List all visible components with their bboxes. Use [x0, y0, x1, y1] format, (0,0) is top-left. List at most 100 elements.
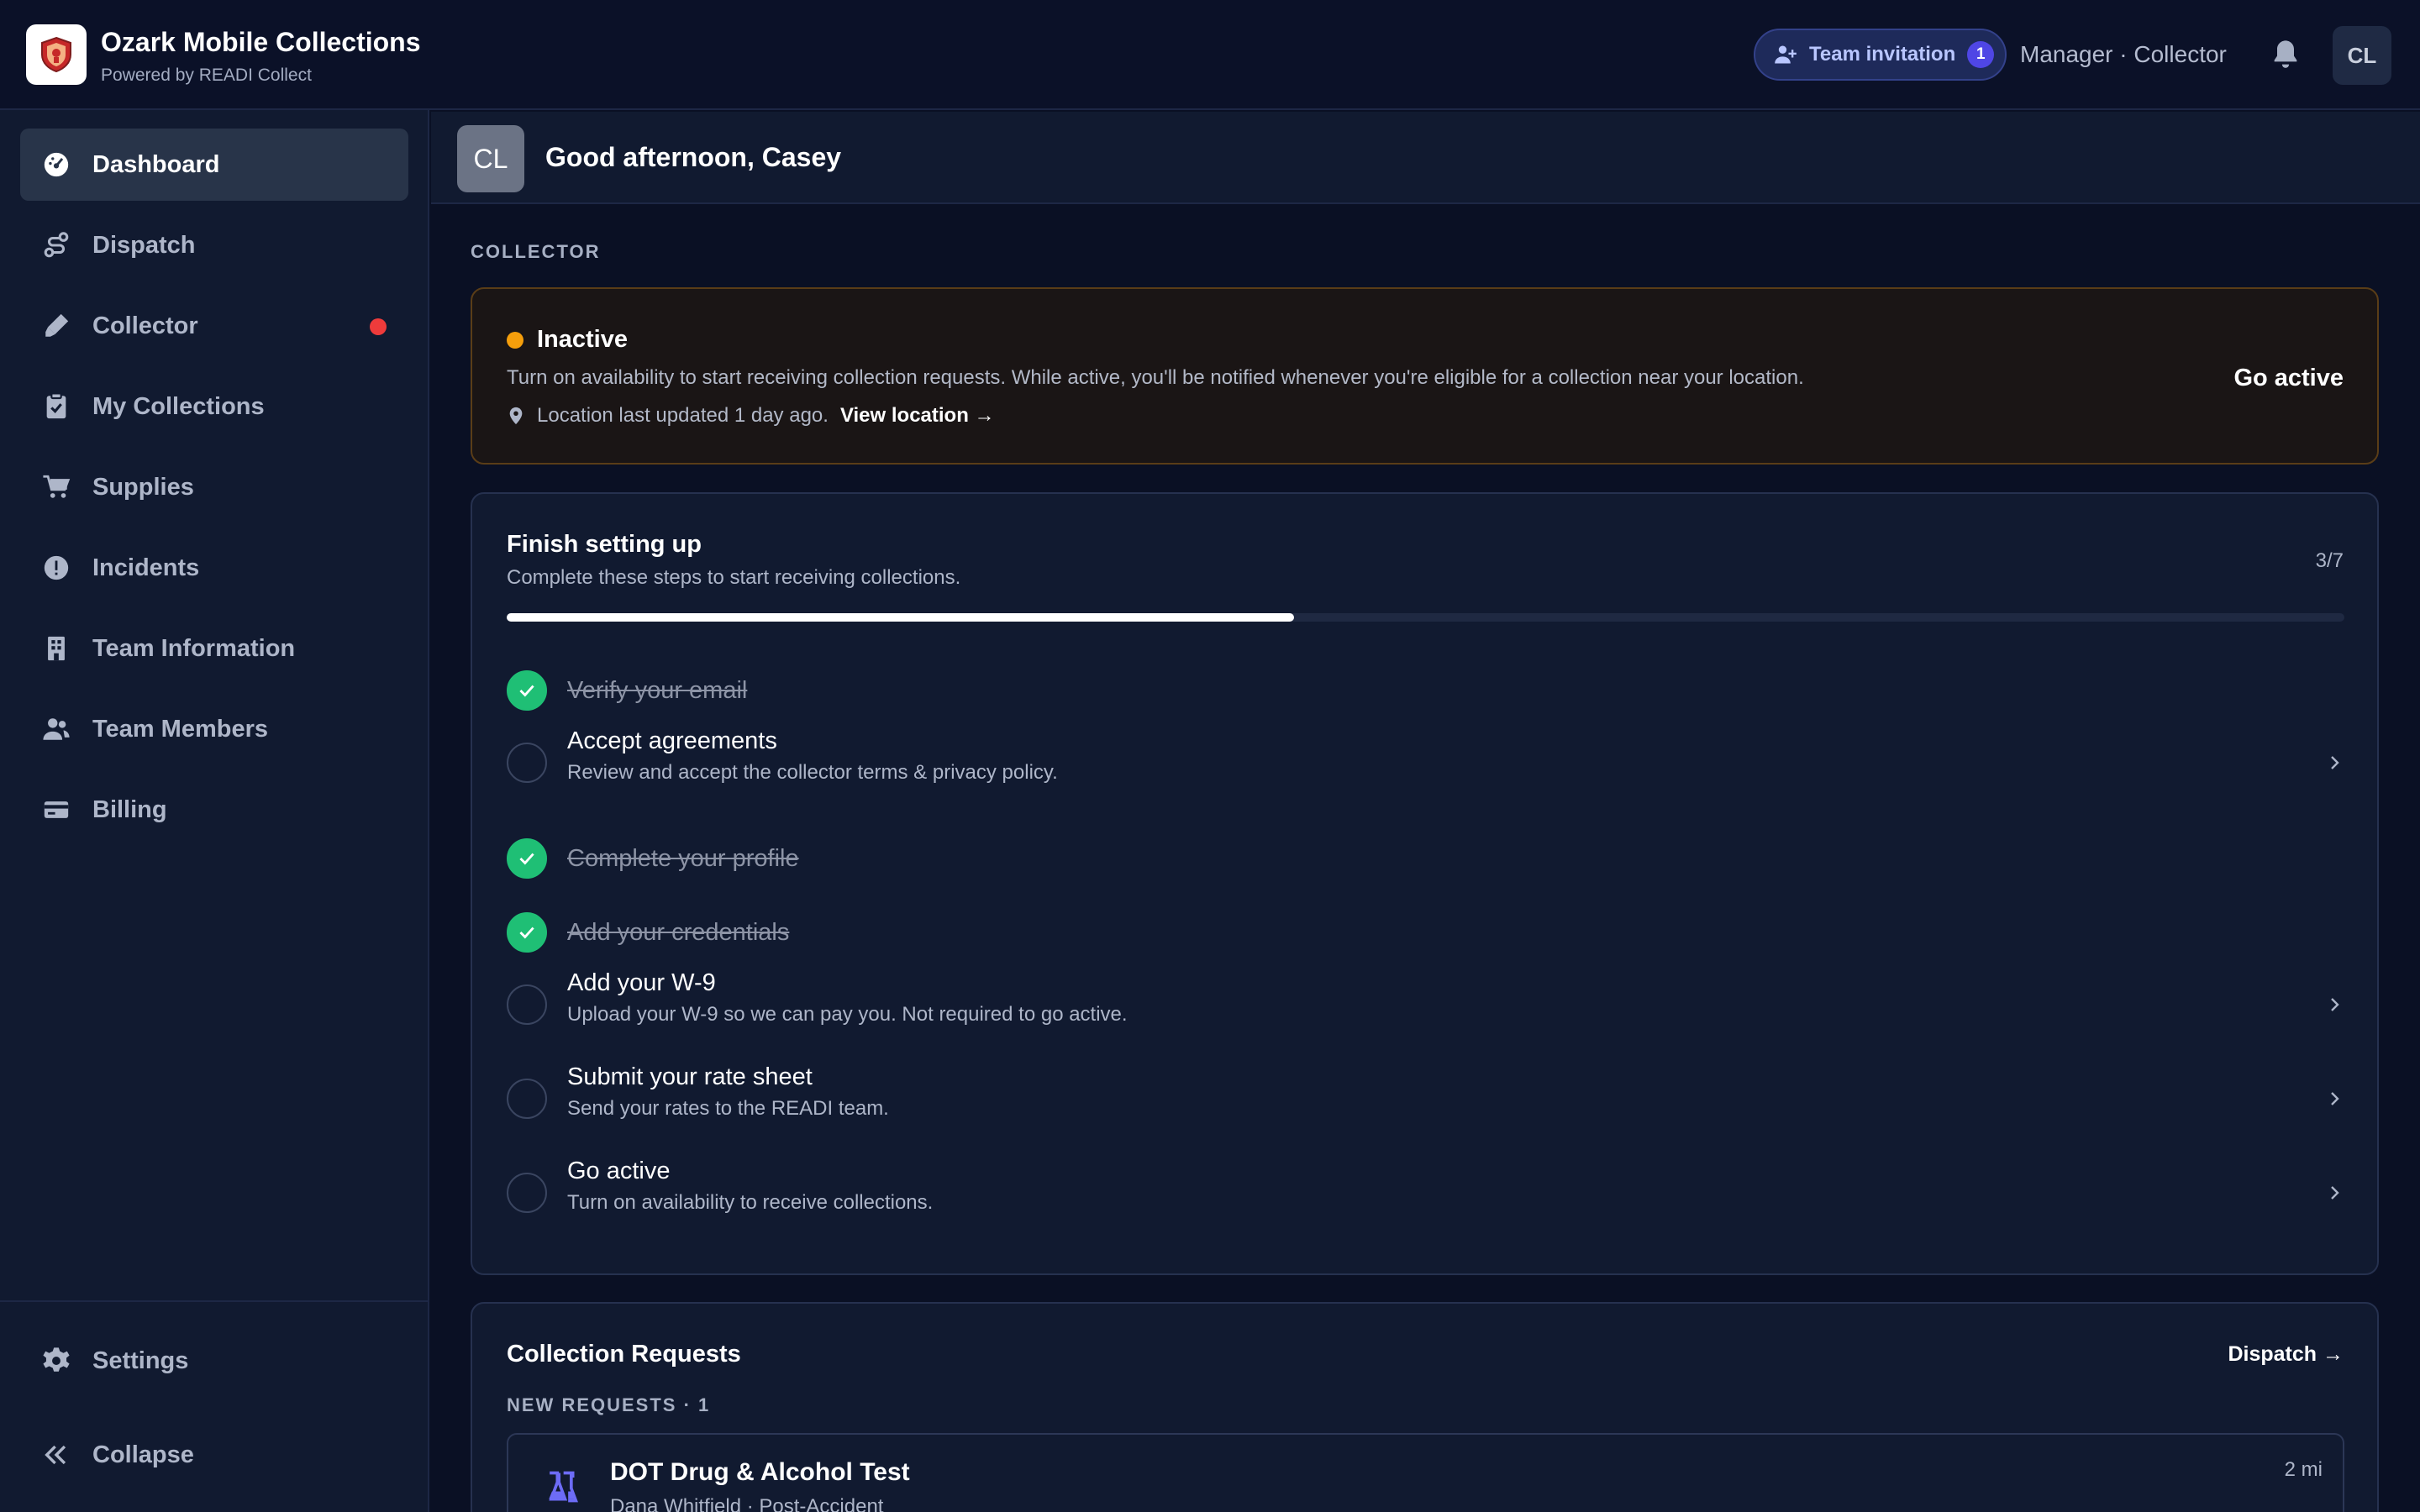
step-title: Go active	[567, 1158, 671, 1184]
app-subtitle: Powered by READI Collect	[101, 66, 312, 85]
setup-step-rate-sheet[interactable]: Submit your rate sheet Send your rates t…	[507, 1063, 2344, 1131]
collection-requests-card: Collection Requests Dispatch → NEW REQUE…	[471, 1302, 2379, 1512]
setup-progress-fill	[507, 613, 1295, 622]
dispatch-icon	[44, 232, 69, 258]
sidebar-item-label: Supplies	[92, 473, 194, 501]
dispatch-link[interactable]: Dispatch →	[2228, 1342, 2344, 1367]
step-description: Review and accept the collector terms & …	[567, 761, 1058, 784]
users-icon	[43, 718, 70, 740]
team-invitation-button[interactable]: Team invitation 1	[1754, 29, 2007, 81]
chevron-right-icon	[2331, 756, 2339, 769]
sidebar-item-collector[interactable]: Collector	[20, 290, 408, 362]
step-description: Upload your W-9 so we can pay you. Not r…	[567, 1003, 1128, 1026]
dashboard-icon	[44, 152, 69, 177]
app-name: Ozark Mobile Collections	[101, 27, 421, 57]
shield-logo-icon	[41, 36, 71, 73]
step-complete-check-icon	[507, 912, 547, 953]
user-avatar[interactable]: CL	[2333, 26, 2391, 85]
greeting-avatar: CL	[457, 125, 524, 192]
setup-step-add-credentials: Add your credentials	[507, 900, 2344, 968]
step-title: Complete your profile	[567, 845, 799, 872]
location-updated-text: Location last updated 1 day ago.	[537, 404, 829, 427]
setup-checklist-card: Finish setting up Complete these steps t…	[471, 492, 2379, 1275]
requests-title: Collection Requests	[507, 1341, 741, 1368]
sidebar: Dashboard Dispatch Collector My Collecti…	[0, 110, 429, 1512]
sidebar-item-team-information[interactable]: Team Information	[20, 612, 408, 685]
sidebar-item-dashboard[interactable]: Dashboard	[20, 129, 408, 201]
sidebar-item-dispatch[interactable]: Dispatch	[20, 209, 408, 281]
request-distance: 2 mi	[2284, 1458, 2323, 1481]
top-bar: Ozark Mobile Collections Powered by READ…	[0, 0, 2420, 110]
sidebar-item-label: Team Members	[92, 715, 268, 743]
sidebar-item-billing[interactable]: Billing	[20, 774, 408, 846]
sidebar-item-settings[interactable]: Settings	[20, 1325, 408, 1397]
request-list-item[interactable]: DOT Drug & Alcohol Test Dana Whitfield ·…	[507, 1433, 2344, 1512]
collector-alert-dot	[370, 318, 387, 335]
setup-subtitle: Complete these steps to start receiving …	[507, 566, 961, 589]
sidebar-item-label: Billing	[92, 795, 167, 823]
setup-progress-count: 3/7	[2315, 549, 2344, 572]
sidebar-item-supplies[interactable]: Supplies	[20, 451, 408, 523]
sidebar-item-my-collections[interactable]: My Collections	[20, 370, 408, 443]
step-title: Submit your rate sheet	[567, 1063, 813, 1090]
role-label[interactable]: Manager · Collector	[2020, 41, 2227, 68]
team-invitation-label: Team invitation	[1809, 43, 1956, 66]
new-requests-label: NEW REQUESTS · 1	[507, 1394, 711, 1415]
greeting-bar: CL Good afternoon, Casey	[431, 112, 2420, 204]
sidebar-item-label: Dispatch	[92, 231, 196, 259]
step-incomplete-circle	[507, 1079, 547, 1119]
step-title: Accept agreements	[567, 727, 777, 754]
clipboard-icon	[46, 392, 66, 419]
sidebar-item-label: Collector	[92, 312, 198, 339]
sidebar-item-label: Settings	[92, 1347, 189, 1374]
sidebar-item-label: Incidents	[92, 554, 200, 581]
sidebar-item-label: My Collections	[92, 392, 265, 420]
setup-step-complete-profile: Complete your profile	[507, 827, 2344, 894]
sidebar-divider	[0, 1300, 429, 1302]
bell-icon[interactable]	[2269, 38, 2302, 71]
step-title: Add your W-9	[567, 969, 716, 996]
step-description: Send your rates to the READI team.	[567, 1097, 889, 1120]
view-location-link[interactable]: View location →	[840, 404, 995, 428]
step-complete-check-icon	[507, 670, 547, 711]
status-title: Inactive	[537, 326, 628, 353]
step-title: Verify your email	[567, 677, 748, 704]
sidebar-collapse-button[interactable]: Collapse	[20, 1419, 408, 1491]
greeting-text: Good afternoon, Casey	[545, 142, 842, 172]
sidebar-item-label: Team Information	[92, 634, 296, 662]
chevron-right-icon	[2331, 1092, 2339, 1105]
setup-title: Finish setting up	[507, 531, 702, 558]
availability-status-card: Inactive Turn on availability to start r…	[471, 287, 2379, 465]
alert-icon	[44, 555, 69, 580]
step-incomplete-circle	[507, 1173, 547, 1213]
setup-step-add-w9[interactable]: Add your W-9 Upload your W-9 so we can p…	[507, 969, 2344, 1037]
status-indicator-dot	[507, 332, 523, 349]
section-label-collector: COLLECTOR	[471, 241, 601, 262]
cart-icon	[43, 475, 71, 498]
step-complete-check-icon	[507, 838, 547, 879]
step-incomplete-circle	[507, 743, 547, 783]
sidebar-item-label: Dashboard	[92, 150, 220, 178]
user-plus-icon	[1775, 45, 1797, 64]
card-icon	[44, 801, 69, 818]
chevron-right-icon	[2331, 1186, 2339, 1200]
step-incomplete-circle	[507, 984, 547, 1025]
gear-icon	[43, 1347, 70, 1372]
setup-step-go-active[interactable]: Go active Turn on availability to receiv…	[507, 1158, 2344, 1225]
chevron-right-icon	[2331, 998, 2339, 1011]
setup-progress-bar	[507, 613, 2344, 622]
setup-step-verify-email: Verify your email	[507, 659, 2344, 726]
setup-step-accept-agreements[interactable]: Accept agreements Review and accept the …	[507, 727, 2344, 795]
sidebar-item-team-members[interactable]: Team Members	[20, 693, 408, 765]
flask-icon	[549, 1471, 578, 1503]
sidebar-item-incidents[interactable]: Incidents	[20, 532, 408, 604]
step-description: Turn on availability to receive collecti…	[567, 1191, 934, 1214]
location-info: Location last updated 1 day ago. View lo…	[507, 404, 995, 428]
collector-icon	[45, 313, 69, 337]
chevrons-left-icon	[45, 1445, 66, 1465]
go-active-button[interactable]: Go active	[2233, 365, 2344, 392]
request-title: DOT Drug & Alcohol Test	[610, 1458, 910, 1486]
app-logo[interactable]	[26, 24, 87, 85]
invitation-count-badge: 1	[1967, 41, 1995, 68]
sidebar-item-label: Collapse	[92, 1441, 194, 1468]
